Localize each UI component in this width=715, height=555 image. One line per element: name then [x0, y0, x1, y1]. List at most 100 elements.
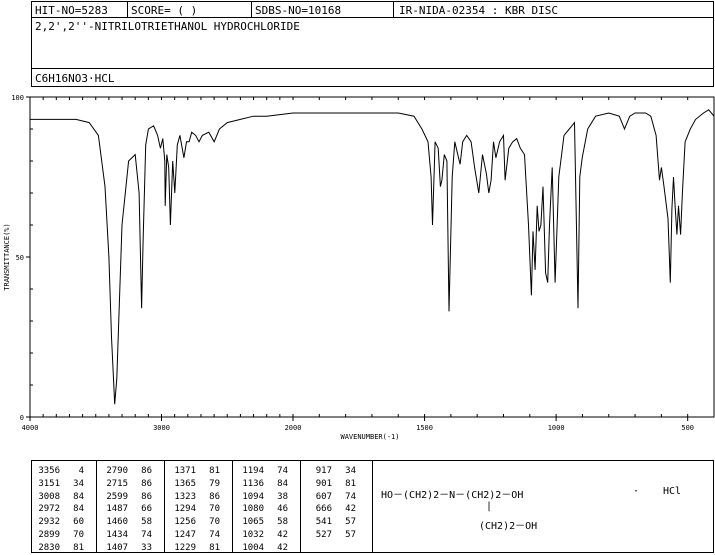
score: SCORE= ( ) — [131, 4, 198, 17]
peak-transmittance: 86 — [141, 478, 152, 489]
peak-row: 901 81 — [306, 478, 356, 491]
peak-wavenumber: 527 — [315, 529, 332, 540]
peak-wavenumber: 1365 — [174, 478, 196, 489]
ir-spectrum-chart: 4000 3000 2000 1500 1000 500100500 WAVENUMBER… — [3, 94, 715, 441]
peak-wavenumber: 1434 — [106, 529, 128, 540]
peak-row: 1434 74 — [102, 529, 152, 542]
peak-row: 3356 4 — [34, 465, 84, 478]
peak-transmittance: 42 — [277, 529, 288, 540]
peak-row: 1371 81 — [170, 465, 220, 478]
x-tick-label: 1500 — [416, 424, 433, 432]
divider — [127, 2, 128, 18]
peak-wavenumber: 1294 — [174, 504, 196, 515]
peak-transmittance: 86 — [141, 466, 152, 476]
peak-wavenumber: 901 — [315, 478, 332, 489]
peak-transmittance: 79 — [209, 478, 220, 489]
peak-wavenumber: 607 — [315, 491, 332, 502]
sdbs-number: SDBS-NO=10168 — [255, 4, 342, 17]
peak-row: 1487 66 — [102, 503, 152, 516]
divider — [232, 461, 233, 552]
divider — [300, 461, 301, 552]
peak-wavenumber: 1323 — [174, 491, 196, 502]
peak-transmittance: 58 — [277, 517, 288, 528]
plot-frame — [29, 96, 715, 418]
peak-row: 2932 60 — [34, 516, 84, 529]
salt-dot: · — [633, 486, 640, 497]
peak-transmittance: 57 — [345, 517, 356, 528]
y-tick-label: 0 — [20, 414, 24, 422]
peak-column: 2790 86 2715 86 2599 86 1487 66 1460 58 1434 74 1407… — [102, 465, 152, 555]
peak-wavenumber: 1487 — [106, 504, 128, 515]
n-bond: | — [486, 501, 493, 512]
peak-transmittance: 84 — [73, 504, 84, 515]
compound-box: 2,2',2''-NITRILOTRIETHANOL HYDROCHLORIDE… — [31, 17, 714, 87]
peak-transmittance: 74 — [141, 529, 152, 540]
peak-row: 2715 86 — [102, 478, 152, 491]
x-tick-label: 3000 — [153, 424, 170, 432]
peak-row: 1065 58 — [238, 516, 288, 529]
peak-transmittance: 58 — [141, 517, 152, 528]
peak-transmittance: 34 — [73, 478, 84, 489]
peak-table: 3356 4 3151 34 3008 84 2972 84 2932 60 2899 70 2830 8… — [31, 460, 714, 553]
peak-column: 917 34 901 81 607 74 666 42 541 57 527 57 — [306, 465, 356, 542]
molecular-formula: C6H16NO3·HCL — [35, 72, 115, 85]
peak-wavenumber: 2899 — [38, 529, 60, 540]
peak-transmittance: 74 — [345, 491, 356, 502]
peak-transmittance: 34 — [345, 466, 356, 476]
peak-transmittance: 66 — [141, 504, 152, 515]
peak-wavenumber: 1136 — [242, 478, 264, 489]
peak-wavenumber: 3008 — [38, 491, 60, 502]
divider — [251, 2, 252, 18]
x-tick-label: 4000 — [22, 424, 39, 432]
peak-transmittance: 4 — [78, 466, 84, 476]
peak-column: 3356 4 3151 34 3008 84 2972 84 2932 60 2899 70 2830 8… — [34, 465, 84, 555]
peak-wavenumber: 1371 — [174, 466, 196, 476]
peak-wavenumber: 3356 — [38, 466, 60, 476]
peak-transmittance: 42 — [345, 504, 356, 515]
peak-row: 3151 34 — [34, 478, 84, 491]
divider — [372, 461, 373, 552]
peak-transmittance: 74 — [277, 466, 288, 476]
peak-row: 1294 70 — [170, 503, 220, 516]
x-tick-label: 1000 — [548, 424, 565, 432]
y-axis-label: TRANSMITTANCE(%) — [3, 223, 11, 290]
peak-row: 1136 84 — [238, 478, 288, 491]
peak-row: 527 57 — [306, 529, 356, 542]
peak-wavenumber: 917 — [315, 466, 332, 476]
peak-row: 1365 79 — [170, 478, 220, 491]
peak-wavenumber: 1065 — [242, 517, 264, 528]
divider — [393, 2, 394, 18]
peak-row: 917 34 — [306, 465, 356, 478]
ir-info: IR-NIDA-02354 : KBR DISC — [399, 4, 558, 17]
peak-row: 1247 74 — [170, 529, 220, 542]
divider — [96, 461, 97, 552]
peak-row: 1323 86 — [170, 491, 220, 504]
peak-row: 1194 74 — [238, 465, 288, 478]
peak-row: 541 57 — [306, 516, 356, 529]
peak-wavenumber: 541 — [315, 517, 332, 528]
peak-transmittance: 74 — [209, 529, 220, 540]
x-tick-label: 2000 — [285, 424, 302, 432]
peak-transmittance: 84 — [277, 478, 288, 489]
y-tick-label: 100 — [11, 94, 24, 102]
peak-wavenumber: 1080 — [242, 504, 264, 515]
peak-wavenumber: 2790 — [106, 466, 128, 476]
structure-line1: HO－(CH2)2－N－(CH2)2－OH — [381, 490, 524, 501]
peak-transmittance: 70 — [73, 529, 84, 540]
peak-row: 2790 86 — [102, 465, 152, 478]
peak-wavenumber: 1032 — [242, 529, 264, 540]
peak-row: 1094 38 — [238, 491, 288, 504]
peak-wavenumber: 1094 — [242, 491, 264, 502]
peak-wavenumber: 666 — [315, 504, 332, 515]
peak-transmittance: 57 — [345, 529, 356, 540]
peak-column: 1194 74 1136 84 1094 38 1080 46 1065 58 1032 42 1004… — [238, 465, 288, 555]
peak-wavenumber: 1256 — [174, 517, 196, 528]
peak-transmittance: 81 — [209, 466, 220, 476]
peak-row: 1256 70 — [170, 516, 220, 529]
peak-wavenumber: 1247 — [174, 529, 196, 540]
peak-row: 2899 70 — [34, 529, 84, 542]
hit-number: HIT-NO=5283 — [35, 4, 108, 17]
peak-row: 1080 46 — [238, 503, 288, 516]
peak-wavenumber: 2715 — [106, 478, 128, 489]
peak-transmittance: 86 — [141, 491, 152, 502]
